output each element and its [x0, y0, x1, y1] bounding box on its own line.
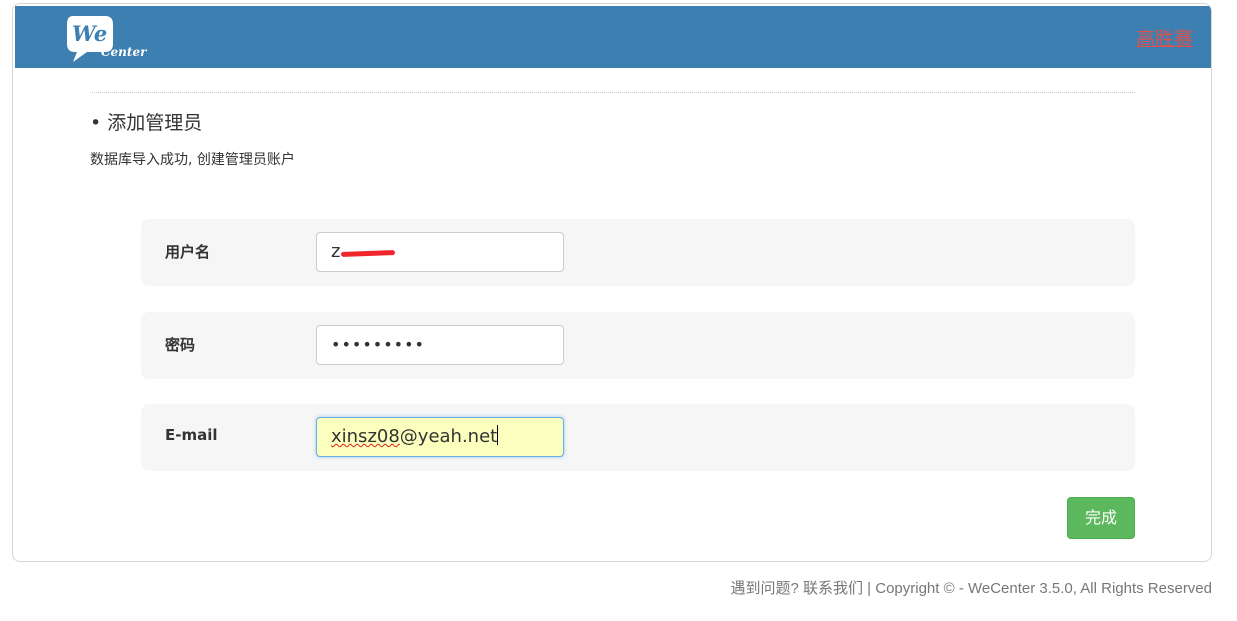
email-input[interactable]: xinsz08@yeah.net	[316, 417, 564, 457]
email-value-rest: @yeah.net	[399, 426, 498, 447]
username-input[interactable]: z	[316, 232, 564, 272]
password-label: 密码	[165, 336, 196, 354]
header-bar: We Center 高胜赛	[15, 6, 1211, 68]
wecenter-logo: We Center	[67, 16, 148, 62]
username-value: z	[331, 241, 341, 262]
password-input[interactable]: •••••••••	[316, 325, 564, 365]
username-row: 用户名 z	[141, 219, 1135, 286]
logo-text-main: We	[72, 21, 107, 46]
text-caret	[497, 425, 499, 445]
section-title: • 添加管理员	[90, 112, 203, 134]
email-label: E-mail	[165, 426, 218, 444]
redaction-mark	[340, 250, 396, 257]
install-panel: We Center 高胜赛 • 添加管理员 数据库导入成功, 创建管理员账户 用…	[12, 3, 1212, 562]
password-row: 密码 •••••••••	[141, 312, 1135, 379]
username-label: 用户名	[165, 243, 211, 261]
dotted-divider	[90, 92, 1135, 93]
section-description: 数据库导入成功, 创建管理员账户	[90, 152, 295, 168]
header-status-text[interactable]: 高胜赛	[1136, 24, 1193, 51]
email-row: E-mail xinsz08@yeah.net	[141, 404, 1135, 471]
footer-text: 遇到问题? 联系我们 | Copyright © - WeCenter 3.5.…	[730, 580, 1213, 597]
email-value-misspelled: xinsz08	[331, 426, 400, 447]
password-value: •••••••••	[331, 335, 425, 354]
logo-text-sub: Center	[101, 45, 148, 59]
submit-button[interactable]: 完成	[1067, 497, 1135, 539]
